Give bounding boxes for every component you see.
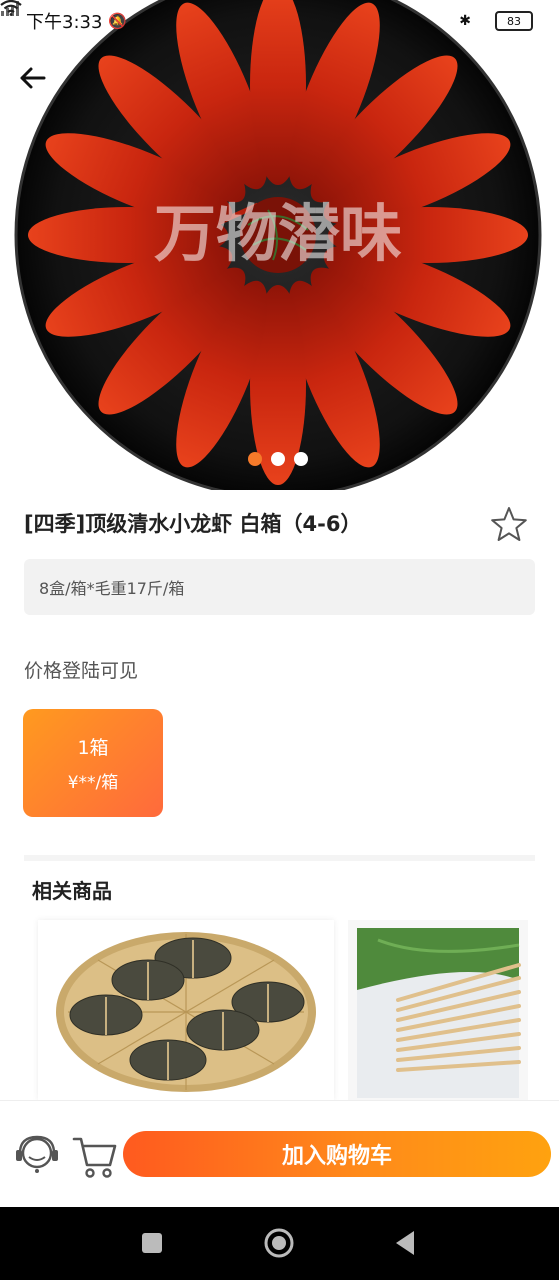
customer-service-button[interactable] (12, 1131, 62, 1181)
back-arrow-icon (20, 67, 46, 89)
back-button[interactable] (18, 66, 58, 102)
carousel-dot[interactable] (248, 452, 262, 466)
related-product-card[interactable] (348, 920, 528, 1100)
bluetooth-icon: ✱ (459, 13, 471, 29)
price-login-note: 价格登陆可见 (24, 660, 139, 682)
square-icon (142, 1233, 162, 1253)
battery-icon: 83 (495, 11, 533, 31)
star-icon (491, 507, 527, 541)
status-bar: 下午3:33 🔕 ✱ 83 (0, 0, 559, 42)
back-nav-button[interactable] (388, 1225, 424, 1261)
system-navigation-bar (0, 1207, 559, 1280)
related-product-image-crabs (38, 920, 334, 1100)
carousel-dot[interactable] (294, 452, 308, 466)
mute-icon: 🔕 (108, 12, 128, 30)
product-image-carousel[interactable]: 万物潜味 下午3:33 🔕 ✱ 83 (0, 0, 559, 490)
spec-text: 8盒/箱*毛重17斤/箱 (39, 579, 185, 598)
spec-box: 8盒/箱*毛重17斤/箱 (24, 559, 535, 615)
product-photo: 万物潜味 (14, 0, 542, 490)
section-divider (24, 855, 535, 861)
customer-service-icon (16, 1135, 58, 1173)
carousel-indicator (248, 452, 308, 466)
status-time: 下午3:33 (26, 12, 103, 33)
related-product-image-skewers (357, 928, 521, 1098)
circle-icon (264, 1228, 294, 1258)
watermark: 万物潜味 (154, 197, 402, 270)
quantity-option-card[interactable]: 1箱 ¥**/箱 (23, 709, 163, 817)
cart-icon (72, 1137, 117, 1178)
related-product-card[interactable] (38, 920, 334, 1100)
qty-price: ¥**/箱 (67, 773, 119, 793)
recents-button[interactable] (134, 1225, 170, 1261)
qty-label: 1箱 (77, 737, 109, 759)
related-products-title: 相关商品 (32, 879, 112, 903)
add-to-cart-button[interactable]: 加入购物车 (123, 1131, 551, 1177)
bottom-action-bar: 加入购物车 (0, 1100, 559, 1208)
triangle-back-icon (396, 1231, 414, 1255)
shopping-cart-button[interactable] (70, 1131, 120, 1181)
favorite-button[interactable] (488, 504, 530, 546)
product-title: [四季]顶级清水小龙虾 白箱（4-6） (24, 512, 362, 536)
carousel-dot[interactable] (271, 452, 285, 466)
home-button[interactable] (261, 1225, 297, 1261)
